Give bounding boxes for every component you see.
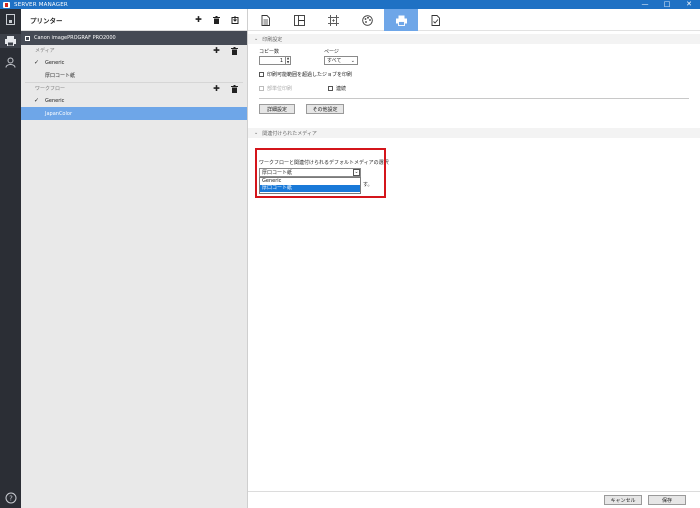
media-item-thick-coated[interactable]: 厚口コート紙 [21, 69, 247, 82]
minimize-button[interactable]: — [634, 0, 656, 9]
workflow-section-header: ワークフロー ✚ [21, 83, 247, 94]
printer-checkbox[interactable] [25, 35, 30, 41]
collate-checkbox [259, 86, 264, 91]
copies-label: コピー数 [259, 49, 280, 55]
check-icon: ✓ [34, 59, 40, 66]
footer-bar: キャンセル 保存 [248, 491, 700, 508]
other-settings-button[interactable]: その他設定 [306, 104, 344, 114]
chevron-down-icon: ⌄ [254, 130, 259, 136]
stepper-arrows-icon[interactable]: ▲ ▼ [285, 56, 290, 64]
media-item-generic[interactable]: ✓ Generic [21, 56, 247, 69]
related-media-header[interactable]: ⌄ 関連付けられたメディア [248, 128, 700, 138]
window-title: SERVER MANAGER [14, 1, 68, 8]
printer-list-item[interactable]: Canon imagePROGRAF PRO2000 [21, 31, 247, 45]
workflow-item-label: JapanColor [45, 110, 72, 117]
printer-name: Canon imagePROGRAF PRO2000 [34, 35, 116, 41]
workflow-item-japancolor[interactable]: JapanColor [21, 107, 247, 120]
settings-tabs [248, 9, 700, 31]
document-icon[interactable] [248, 9, 282, 31]
app-icon [3, 1, 10, 8]
page-select-value: すべて [327, 58, 342, 64]
checklist-icon[interactable] [418, 9, 452, 31]
svg-text:?: ? [9, 494, 13, 502]
import-icon[interactable] [230, 15, 239, 24]
highlight-box [255, 148, 386, 198]
print-settings-heading: 印刷設定 [262, 36, 283, 43]
media-section-label: メディア [35, 48, 55, 54]
print-settings-body: コピー数 1 ▲ ▼ ページ すべて ⌄ 印刷可能範囲を超過したジョブを印刷 部単… [248, 44, 700, 128]
copies-stepper[interactable]: 1 ▲ ▼ [259, 56, 291, 65]
window-controls: — □ ✕ [634, 0, 700, 9]
navigation-rail: ? [0, 9, 21, 508]
media-item-label: Generic [45, 59, 65, 66]
workflow-item-generic[interactable]: ✓ Generic [21, 94, 247, 107]
layout-icon[interactable] [282, 9, 316, 31]
add-workflow-icon[interactable]: ✚ [212, 84, 221, 93]
delete-media-icon[interactable] [230, 46, 239, 55]
exceed-range-checkbox-row[interactable]: 印刷可能範囲を超過したジョブを印刷 [259, 71, 352, 78]
chevron-down-icon: ⌄ [254, 36, 259, 42]
sidebar-header: プリンター ✚ [21, 9, 247, 31]
sidebar-title: プリンター [30, 16, 63, 25]
page-select[interactable]: すべて ⌄ [324, 56, 358, 65]
collate-checkbox-row: 部単位印刷 [259, 85, 292, 92]
title-bar: SERVER MANAGER — □ ✕ [0, 0, 700, 9]
related-media-heading: 関連付けられたメディア [262, 130, 317, 137]
continuous-checkbox-row[interactable]: 連続 [328, 85, 346, 92]
cancel-button[interactable]: キャンセル [604, 495, 642, 505]
rail-selected-item[interactable] [0, 34, 21, 48]
maximize-button[interactable]: □ [656, 0, 678, 9]
page-label: ページ [324, 49, 339, 55]
exceed-range-label: 印刷可能範囲を超過したジョブを印刷 [267, 72, 353, 78]
exceed-range-checkbox[interactable] [259, 72, 264, 77]
copies-value: 1 [279, 57, 283, 64]
continuous-label: 連続 [336, 86, 347, 92]
workflow-section-label: ワークフロー [35, 86, 66, 92]
printer-icon[interactable] [4, 13, 17, 26]
continuous-checkbox[interactable] [328, 86, 333, 91]
printer-sidebar: プリンター ✚ Canon imagePROGRAF PRO2000 メディア … [21, 9, 247, 508]
printer-icon[interactable] [384, 9, 418, 31]
print-settings-header[interactable]: ⌄ 印刷設定 [248, 34, 700, 44]
chevron-down-icon: ⌄ [350, 58, 355, 64]
collate-label: 部単位印刷 [267, 86, 293, 92]
delete-workflow-icon[interactable] [230, 84, 239, 93]
delete-printer-icon[interactable] [212, 15, 221, 24]
check-icon: ✓ [34, 97, 40, 104]
close-button[interactable]: ✕ [678, 0, 700, 9]
media-item-label: 厚口コート紙 [45, 73, 76, 79]
save-button[interactable]: 保存 [648, 495, 686, 505]
workflow-item-label: Generic [45, 97, 65, 104]
media-section-header: メディア ✚ [21, 45, 247, 56]
user-icon[interactable] [4, 56, 17, 69]
crop-icon[interactable] [316, 9, 350, 31]
divider [259, 98, 689, 99]
add-media-icon[interactable]: ✚ [212, 46, 221, 55]
add-printer-icon[interactable]: ✚ [194, 15, 203, 24]
help-icon[interactable]: ? [4, 491, 17, 504]
main-panel: ⌄ 印刷設定 コピー数 1 ▲ ▼ ページ すべて ⌄ 印刷可能範囲を超過したジョ… [247, 9, 700, 508]
color-palette-icon[interactable] [350, 9, 384, 31]
advanced-settings-button[interactable]: 詳細設定 [259, 104, 295, 114]
